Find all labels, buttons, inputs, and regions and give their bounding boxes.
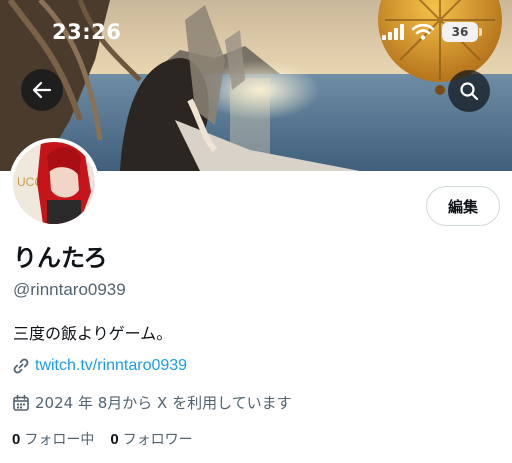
avatar[interactable]: UCC bbox=[9, 138, 99, 228]
search-button[interactable] bbox=[448, 70, 490, 112]
profile-bio: 三度の飯よりゲーム。 bbox=[13, 324, 173, 343]
wifi-icon bbox=[412, 24, 434, 40]
arrow-left-icon bbox=[32, 81, 52, 99]
status-bar: 23:26 36 bbox=[0, 0, 512, 62]
followers-count: 0 bbox=[110, 431, 119, 448]
follow-stats: 0 フォロー中 0 フォロワー bbox=[12, 429, 193, 449]
battery-icon: 36 bbox=[442, 22, 482, 42]
link-icon bbox=[13, 358, 29, 374]
username-handle: @rinntaro0939 bbox=[13, 280, 126, 299]
followers-label: フォロワー bbox=[122, 432, 193, 448]
followers-link[interactable]: 0 フォロワー bbox=[110, 429, 192, 449]
profile-link[interactable]: twitch.tv/rinntaro0939 bbox=[12, 357, 187, 375]
display-name: りんたろ bbox=[13, 244, 108, 272]
calendar-icon bbox=[13, 394, 29, 411]
battery-level: 36 bbox=[451, 25, 469, 39]
joined-date-text: 2024 年 8月から X を利用しています bbox=[35, 394, 292, 412]
status-time: 23:26 bbox=[52, 20, 122, 44]
following-link[interactable]: 0 フォロー中 bbox=[12, 429, 94, 449]
signal-icon bbox=[382, 24, 404, 40]
following-count: 0 bbox=[12, 431, 21, 448]
back-button[interactable] bbox=[21, 69, 63, 111]
search-icon bbox=[460, 82, 479, 101]
following-label: フォロー中 bbox=[24, 432, 95, 448]
joined-date: 2024 年 8月から X を利用しています bbox=[12, 392, 292, 413]
profile-link-text[interactable]: twitch.tv/rinntaro0939 bbox=[35, 357, 187, 375]
edit-profile-button[interactable]: 編集 bbox=[426, 186, 500, 226]
avatar-image: UCC bbox=[13, 142, 95, 224]
status-icons: 36 bbox=[382, 22, 482, 42]
